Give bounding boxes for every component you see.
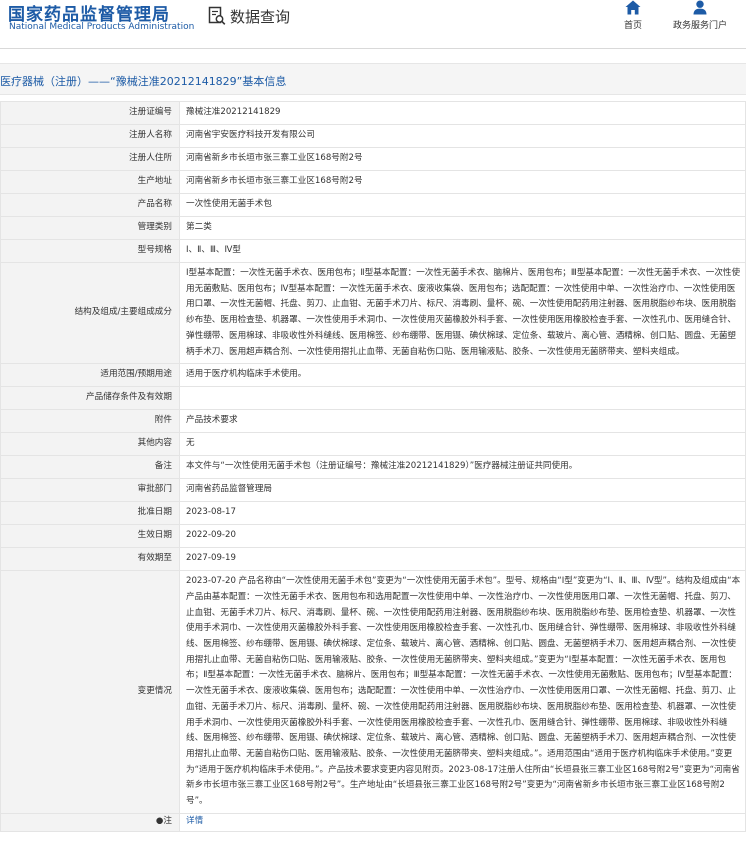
- field-label: 备注: [0, 455, 180, 480]
- table-row: 注册人住所 河南省新乡市长垣市张三寨工业区168号附2号: [0, 147, 746, 171]
- field-label: 适用范围/预期用途: [0, 363, 180, 388]
- field-label: 生产地址: [0, 170, 180, 194]
- field-label: 生效日期: [0, 524, 180, 549]
- field-value: 适用于医疗机构临床手术使用。: [179, 363, 746, 388]
- data-query-label: 数据查询: [230, 7, 291, 26]
- table-row: ●注 详情: [0, 812, 746, 832]
- field-value: 2022-09-20: [179, 524, 746, 549]
- table-row: 适用范围/预期用途 适用于医疗机构临床手术使用。: [0, 363, 746, 388]
- document-search-icon: [208, 6, 226, 26]
- field-label: 产品储存条件及有效期: [0, 386, 180, 411]
- detail-table: 注册证编号 豫械注准20212141829 注册人名称 河南省宇安医疗科技开发有…: [0, 101, 746, 832]
- table-row: 产品储存条件及有效期: [0, 386, 746, 411]
- field-label: 批准日期: [0, 501, 180, 526]
- data-query-link[interactable]: 数据查询: [208, 4, 290, 28]
- field-label: 结构及组成/主要组成成分: [0, 261, 180, 365]
- field-value: 河南省新乡市长垣市张三寨工业区168号附2号: [179, 170, 746, 194]
- field-label: 注册证编号: [0, 101, 180, 125]
- site-header: 国家药品监督管理局 National Medical Products Admi…: [0, 0, 746, 48]
- table-row: 注册证编号 豫械注准20212141829: [0, 101, 746, 125]
- field-value: 产品技术要求: [179, 409, 746, 434]
- table-row: 管理类别 第二类: [0, 216, 746, 240]
- nav-government-services[interactable]: 政务服务门户: [665, 0, 735, 31]
- field-value: 河南省新乡市长垣市张三寨工业区168号附2号: [179, 147, 746, 171]
- table-row: 其他内容 无: [0, 432, 746, 457]
- field-label: 其他内容: [0, 432, 180, 457]
- table-row: 结构及组成/主要组成成分 Ⅰ型基本配置：一次性无菌手术衣、医用包布；Ⅱ型基本配置…: [0, 261, 746, 365]
- nav-home[interactable]: 首页: [598, 0, 668, 31]
- field-label: 注册人住所: [0, 147, 180, 171]
- field-value: 2023-08-17: [179, 501, 746, 526]
- field-value: [179, 386, 746, 411]
- table-row: 变更情况 2023-07-20 产品名称由“一次性使用无菌手术包”变更为“一次性…: [0, 570, 746, 814]
- details-link[interactable]: 详情: [186, 816, 203, 826]
- user-icon: [665, 0, 735, 15]
- field-value: 本文件与“一次性使用无菌手术包（注册证编号：豫械注准20212141829）”医…: [179, 455, 746, 480]
- page-title-bar: 医疗器械（注册）——“豫械注准20212141829”基本信息: [0, 63, 746, 95]
- table-row: 附件 产品技术要求: [0, 409, 746, 434]
- table-row: 注册人名称 河南省宇安医疗科技开发有限公司: [0, 124, 746, 148]
- note-value: 详情: [179, 812, 746, 832]
- field-value: 河南省药品监督管理局: [179, 478, 746, 503]
- field-label: 管理类别: [0, 216, 180, 240]
- field-value: 无: [179, 432, 746, 457]
- header-divider: [0, 48, 746, 49]
- field-label: 附件: [0, 409, 180, 434]
- field-value: Ⅰ型基本配置：一次性无菌手术衣、医用包布；Ⅱ型基本配置：一次性无菌手术衣、脑棉片…: [179, 261, 746, 365]
- table-row: 备注 本文件与“一次性使用无菌手术包（注册证编号：豫械注准20212141829…: [0, 455, 746, 480]
- field-value: 第二类: [179, 216, 746, 240]
- field-label: 变更情况: [0, 570, 180, 814]
- table-row: 型号规格 Ⅰ、Ⅱ、Ⅲ、Ⅳ型: [0, 239, 746, 263]
- field-value: 2027-09-19: [179, 547, 746, 572]
- field-label: 审批部门: [0, 478, 180, 503]
- page-title: 医疗器械（注册）——“豫械注准20212141829”基本信息: [0, 75, 287, 88]
- nav-home-label: 首页: [623, 21, 642, 31]
- nav-government-services-label: 政务服务门户: [672, 21, 727, 31]
- field-label: 型号规格: [0, 239, 180, 263]
- field-value: Ⅰ、Ⅱ、Ⅲ、Ⅳ型: [179, 239, 746, 263]
- note-label: ●注: [0, 812, 180, 832]
- field-value: 2023-07-20 产品名称由“一次性使用无菌手术包”变更为“一次性使用无菌手…: [179, 570, 746, 814]
- table-row: 批准日期 2023-08-17: [0, 501, 746, 526]
- field-value: 豫械注准20212141829: [179, 101, 746, 125]
- table-row: 产品名称 一次性使用无菌手术包: [0, 193, 746, 217]
- table-row: 有效期至 2027-09-19: [0, 547, 746, 572]
- table-row: 生产地址 河南省新乡市长垣市张三寨工业区168号附2号: [0, 170, 746, 194]
- table-row: 生效日期 2022-09-20: [0, 524, 746, 549]
- field-value: 河南省宇安医疗科技开发有限公司: [179, 124, 746, 148]
- home-icon: [598, 0, 668, 15]
- field-label: 产品名称: [0, 193, 180, 217]
- field-value: 一次性使用无菌手术包: [179, 193, 746, 217]
- field-label: 注册人名称: [0, 124, 180, 148]
- table-row: 审批部门 河南省药品监督管理局: [0, 478, 746, 503]
- site-logo-english-name: National Medical Products Administration: [9, 22, 195, 32]
- field-label: 有效期至: [0, 547, 180, 572]
